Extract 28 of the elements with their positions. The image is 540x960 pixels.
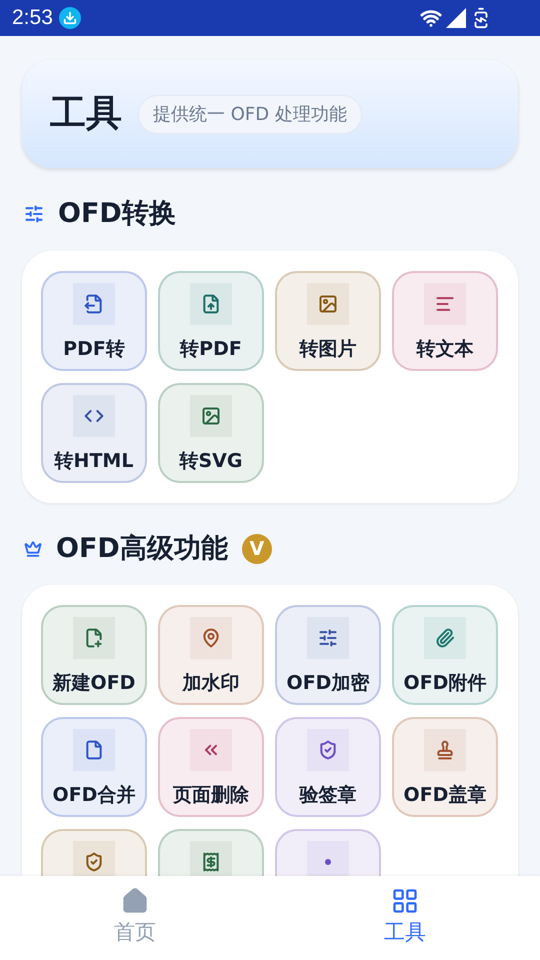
section-title: OFD转换 [58,197,176,231]
tool-tile[interactable]: 新建OFD [41,605,147,705]
tool-tile[interactable]: 转文本 [392,270,498,370]
tool-tile[interactable]: 页面删除 [158,717,264,817]
signal-icon [446,8,466,28]
tool-tile[interactable]: OFD盖章 [392,717,498,817]
home-icon [121,887,149,916]
tool-tile[interactable]: PDF转 [41,270,147,370]
section-title: OFD高级功能 [56,532,228,566]
sliders-icon [24,204,44,224]
tool-tile[interactable]: 转HTML [41,382,147,482]
tool-tile[interactable]: 转PDF [158,270,264,370]
subtitle-pill: 提供统一 OFD 处理功能 [138,94,362,134]
tool-tile[interactable]: OFD合并 [41,717,147,817]
vip-badge: V [242,534,272,564]
crown-icon [24,540,42,558]
status-time: 2:53 [12,5,53,32]
nav-tab[interactable]: 工具 [270,876,540,960]
page-title: 工具 [50,92,122,136]
download-icon [58,7,81,29]
tool-tile[interactable]: 转SVG [158,382,264,482]
tool-tile[interactable]: OFD附件 [392,605,498,705]
wifi-icon [420,7,442,29]
tool-tile[interactable]: 转图片 [275,270,381,370]
tool-tile[interactable]: OFD加密 [275,605,381,705]
tool-tile[interactable]: 验签章 [275,717,381,817]
grid-icon [391,887,419,916]
tool-tile[interactable]: 加水印 [158,605,264,705]
